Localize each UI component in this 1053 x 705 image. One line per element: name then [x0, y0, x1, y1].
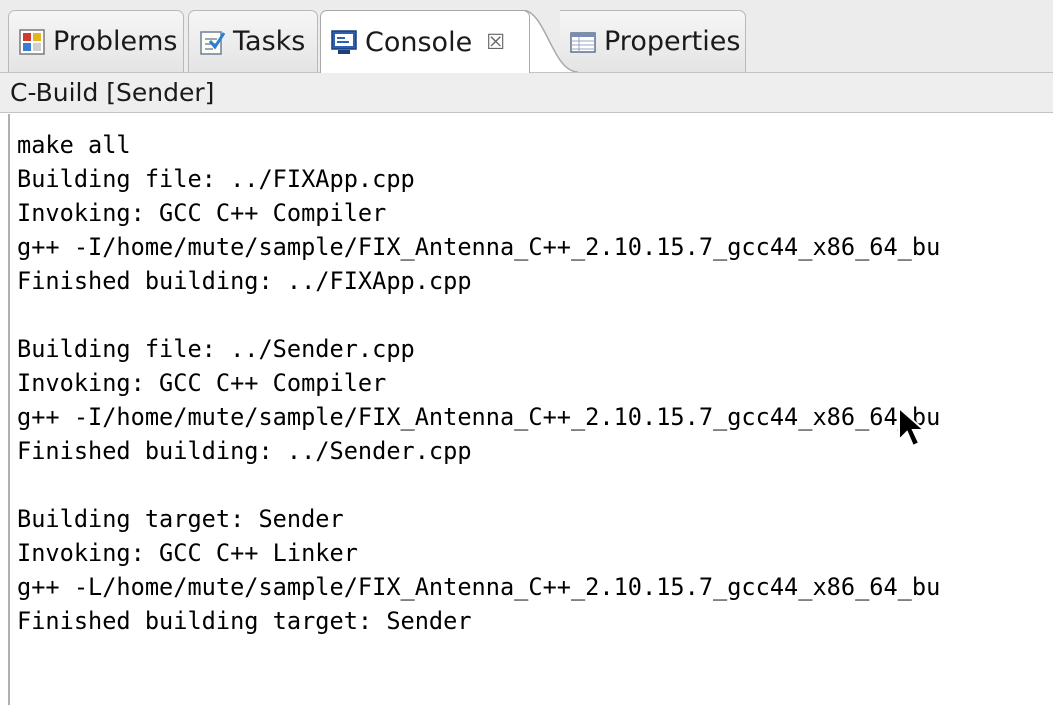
console-line: Building target: Sender — [17, 505, 344, 533]
tab-tasks[interactable]: Tasks — [188, 10, 318, 72]
tab-console[interactable]: Console ☒ — [320, 10, 530, 73]
console-line: Invoking: GCC C++ Compiler — [17, 199, 387, 227]
console-line: Finished building target: Sender — [17, 607, 472, 635]
tasks-icon — [197, 27, 227, 57]
tab-separator — [522, 10, 578, 72]
console-title: C-Build [Sender] — [0, 73, 1053, 113]
tab-label: Problems — [53, 26, 178, 57]
console-icon — [329, 27, 359, 57]
problems-icon — [17, 27, 47, 57]
close-icon[interactable]: ☒ — [486, 30, 505, 54]
tab-label: Console — [365, 26, 473, 58]
console-line: Invoking: GCC C++ Linker — [17, 539, 358, 567]
tab-problems[interactable]: Problems — [8, 10, 184, 72]
console-line: Invoking: GCC C++ Compiler — [17, 369, 387, 397]
tab-label: Properties — [604, 26, 741, 57]
console-line: Finished building: ../FIXApp.cpp — [17, 267, 472, 295]
tab-properties[interactable]: Properties — [560, 10, 746, 72]
console-line: g++ -L/home/mute/sample/FIX_Antenna_C++_… — [17, 573, 941, 601]
tab-label: Tasks — [233, 26, 306, 57]
console-line: Finished building: ../Sender.cpp — [17, 437, 472, 465]
console-line: make all — [17, 131, 131, 159]
console-line: g++ -I/home/mute/sample/FIX_Antenna_C++_… — [17, 233, 941, 261]
mouse-pointer-icon — [898, 406, 927, 448]
console-line: Building file: ../Sender.cpp — [17, 335, 415, 363]
view-tab-bar: Problems Tasks Console ☒ Properties — [0, 0, 1053, 73]
console-text: make all Building file: ../FIXApp.cpp In… — [10, 114, 1053, 638]
console-line: Building file: ../FIXApp.cpp — [17, 165, 415, 193]
console-line: g++ -I/home/mute/sample/FIX_Antenna_C++_… — [17, 403, 941, 431]
